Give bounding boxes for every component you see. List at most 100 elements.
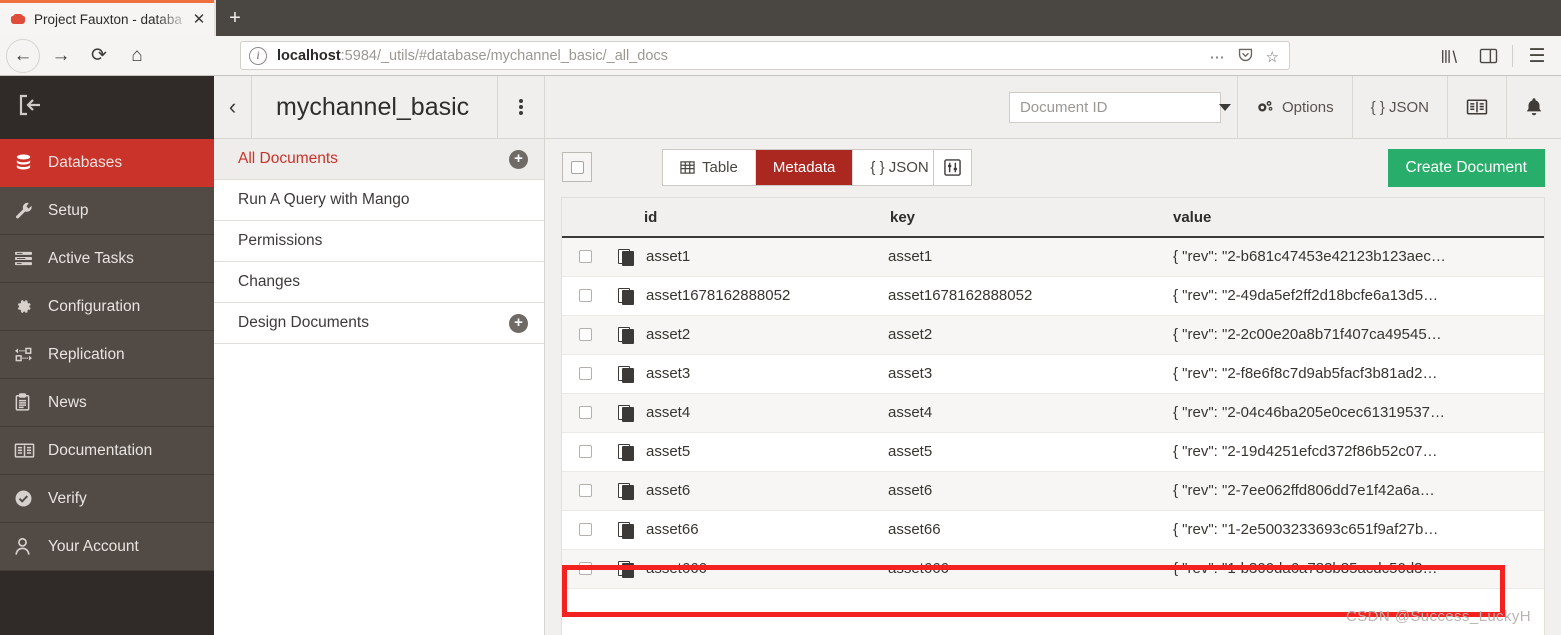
row-checkbox[interactable] bbox=[578, 445, 592, 458]
row-checkbox[interactable] bbox=[578, 484, 592, 497]
row-checkbox[interactable] bbox=[578, 406, 592, 419]
database-menu-button[interactable] bbox=[498, 76, 544, 138]
cell-id: asset666 bbox=[646, 560, 707, 577]
cell-id: asset3 bbox=[646, 365, 691, 382]
replication-icon bbox=[14, 346, 48, 363]
sidebar-item-replication[interactable]: Replication bbox=[0, 331, 214, 379]
sidebar-item-databases[interactable]: Databases bbox=[0, 139, 214, 187]
row-checkbox[interactable] bbox=[578, 328, 592, 341]
cell-key: asset1678162888052 bbox=[888, 287, 1033, 304]
add-icon[interactable]: + bbox=[509, 313, 528, 333]
sidebar-item-active-tasks[interactable]: Active Tasks bbox=[0, 235, 214, 283]
cell-value: { "rev": "2-b681c47453e42123b123aec… bbox=[1173, 248, 1446, 266]
notifications-button[interactable] bbox=[1507, 76, 1561, 139]
row-checkbox[interactable] bbox=[578, 562, 592, 575]
cell-key: asset666 bbox=[888, 560, 949, 577]
subnav-item-permissions[interactable]: Permissions bbox=[214, 221, 544, 262]
table-row[interactable]: asset5 asset5 { "rev": "2-19d4251efcd372f8… bbox=[562, 432, 1544, 472]
sidebar-collapse-button[interactable] bbox=[0, 76, 214, 139]
document-id-input[interactable] bbox=[1019, 98, 1219, 116]
hamburger-menu-icon[interactable]: ☰ bbox=[1519, 39, 1555, 73]
document-id-select[interactable] bbox=[1008, 91, 1231, 123]
sidebar-item-configuration[interactable]: Configuration bbox=[0, 283, 214, 331]
sidebar-icon[interactable] bbox=[1470, 39, 1506, 73]
document-icon bbox=[618, 365, 635, 383]
row-checkbox[interactable] bbox=[578, 367, 592, 380]
cell-id: asset6 bbox=[646, 482, 691, 499]
page-actions-icon[interactable]: ⋯ bbox=[1210, 48, 1225, 66]
back-to-databases-button[interactable]: ‹ bbox=[214, 76, 252, 138]
table-row[interactable]: asset1 asset1 { "rev": "2-b681c47453e42123… bbox=[562, 237, 1544, 277]
subnav-item-label: Design Documents bbox=[238, 314, 369, 331]
pocket-icon[interactable] bbox=[1237, 46, 1254, 67]
create-document-button[interactable]: Create Document bbox=[1387, 149, 1545, 187]
subnav-item-design-documents[interactable]: Design Documents + bbox=[214, 303, 544, 344]
sidebar-item-setup[interactable]: Setup bbox=[0, 187, 214, 235]
new-tab-button[interactable]: + bbox=[216, 0, 254, 36]
tab-title: Project Fauxton - databa bbox=[34, 12, 182, 27]
document-icon bbox=[618, 521, 635, 539]
table-header-checkbox bbox=[562, 198, 608, 238]
view-tab-table[interactable]: Table bbox=[663, 150, 756, 185]
select-all-checkbox[interactable] bbox=[562, 152, 592, 182]
cell-key: asset2 bbox=[888, 326, 933, 343]
view-tab-json[interactable]: { } JSON bbox=[853, 150, 945, 185]
book-icon bbox=[14, 442, 48, 459]
sidebar-item-documentation[interactable]: Documentation bbox=[0, 427, 214, 475]
gear-icon bbox=[14, 297, 48, 316]
cell-value: { "rev": "2-7ee062ffd806dd7e1f42a6a… bbox=[1173, 482, 1435, 499]
browser-tab[interactable]: Project Fauxton - databa ✕ bbox=[0, 0, 214, 36]
view-tab-metadata[interactable]: Metadata bbox=[755, 150, 854, 185]
documents-table-container: id key value asset1 asset1 { "rev": "2-b68… bbox=[561, 197, 1545, 635]
document-icon bbox=[618, 560, 635, 578]
documentation-button[interactable] bbox=[1448, 76, 1506, 139]
browser-window: Project Fauxton - databa ✕ + ← → ⟳ ⌂ i l… bbox=[0, 0, 1561, 635]
url-actions: ⋯ ☆ bbox=[1210, 42, 1283, 71]
filter-button[interactable] bbox=[933, 149, 972, 186]
back-icon[interactable]: ← bbox=[6, 38, 40, 73]
cell-value: { "rev": "1-2e5003233693c651f9af27b… bbox=[1173, 521, 1439, 538]
subnav-item-run-a-query-with-mango[interactable]: Run A Query with Mango bbox=[214, 180, 544, 221]
cell-id: asset1 bbox=[646, 248, 691, 266]
library-icon[interactable] bbox=[1432, 39, 1468, 73]
sidebar-item-news[interactable]: News bbox=[0, 379, 214, 427]
table-row[interactable]: asset66 asset66 { "rev": "1-2e5003233693c6… bbox=[562, 510, 1544, 550]
sidebar-item-label: Documentation bbox=[48, 441, 153, 459]
document-icon bbox=[618, 248, 635, 267]
table-row[interactable]: asset666 asset666 { "rev": "1-b300da6a783b… bbox=[562, 549, 1544, 589]
document-icon bbox=[618, 326, 635, 344]
json-label: { } JSON bbox=[1370, 98, 1429, 116]
options-label: Options bbox=[1281, 98, 1334, 116]
table-row[interactable]: asset6 asset6 { "rev": "2-7ee062ffd806dd7e… bbox=[562, 471, 1544, 511]
sidebar-item-verify[interactable]: Verify bbox=[0, 475, 214, 523]
row-checkbox[interactable] bbox=[578, 289, 592, 302]
subnav-item-changes[interactable]: Changes bbox=[214, 262, 544, 303]
home-icon[interactable]: ⌂ bbox=[120, 39, 154, 73]
row-checkbox[interactable] bbox=[578, 250, 592, 264]
forward-icon[interactable]: → bbox=[44, 39, 78, 73]
bookmark-star-icon[interactable]: ☆ bbox=[1266, 48, 1279, 66]
table-row[interactable]: asset2 asset2 { "rev": "2-2c00e20a8b71f407… bbox=[562, 315, 1544, 355]
site-info-icon[interactable]: i bbox=[249, 46, 267, 65]
subnav-item-all-documents[interactable]: All Documents + bbox=[214, 139, 544, 180]
table-row[interactable]: asset1678162888052 asset1678162888052 { "r… bbox=[562, 276, 1544, 316]
json-button[interactable]: { } JSON bbox=[1353, 76, 1447, 139]
column-header-id: id bbox=[644, 208, 658, 226]
cell-value: { "rev": "1-b300da6a783b85acdc50d3… bbox=[1173, 560, 1438, 577]
chevron-down-icon[interactable] bbox=[1218, 103, 1231, 111]
row-checkbox[interactable] bbox=[578, 523, 592, 536]
close-icon[interactable]: ✕ bbox=[190, 11, 208, 29]
view-tab-label: Metadata bbox=[772, 159, 836, 176]
sidebar-item-label: Verify bbox=[48, 489, 87, 507]
url-bar[interactable]: i localhost:5984/_utils/#database/mychan… bbox=[240, 41, 1290, 70]
table-row[interactable]: asset4 asset4 { "rev": "2-04c46ba205e0cec6… bbox=[562, 393, 1544, 433]
sidebar-item-label: Active Tasks bbox=[48, 249, 134, 267]
options-button[interactable]: Options bbox=[1238, 76, 1352, 139]
reload-icon[interactable]: ⟳ bbox=[82, 39, 116, 73]
database-sidebar: ‹ mychannel_basic All Documents + Run A Qu… bbox=[214, 76, 545, 635]
sidebar-item-label: Setup bbox=[48, 201, 89, 219]
sidebar-item-your-account[interactable]: Your Account bbox=[0, 523, 214, 571]
database-header: ‹ mychannel_basic bbox=[214, 76, 544, 139]
add-icon[interactable]: + bbox=[509, 149, 528, 169]
table-row[interactable]: asset3 asset3 { "rev": "2-f8e6f8c7d9ab5fac… bbox=[562, 354, 1544, 394]
